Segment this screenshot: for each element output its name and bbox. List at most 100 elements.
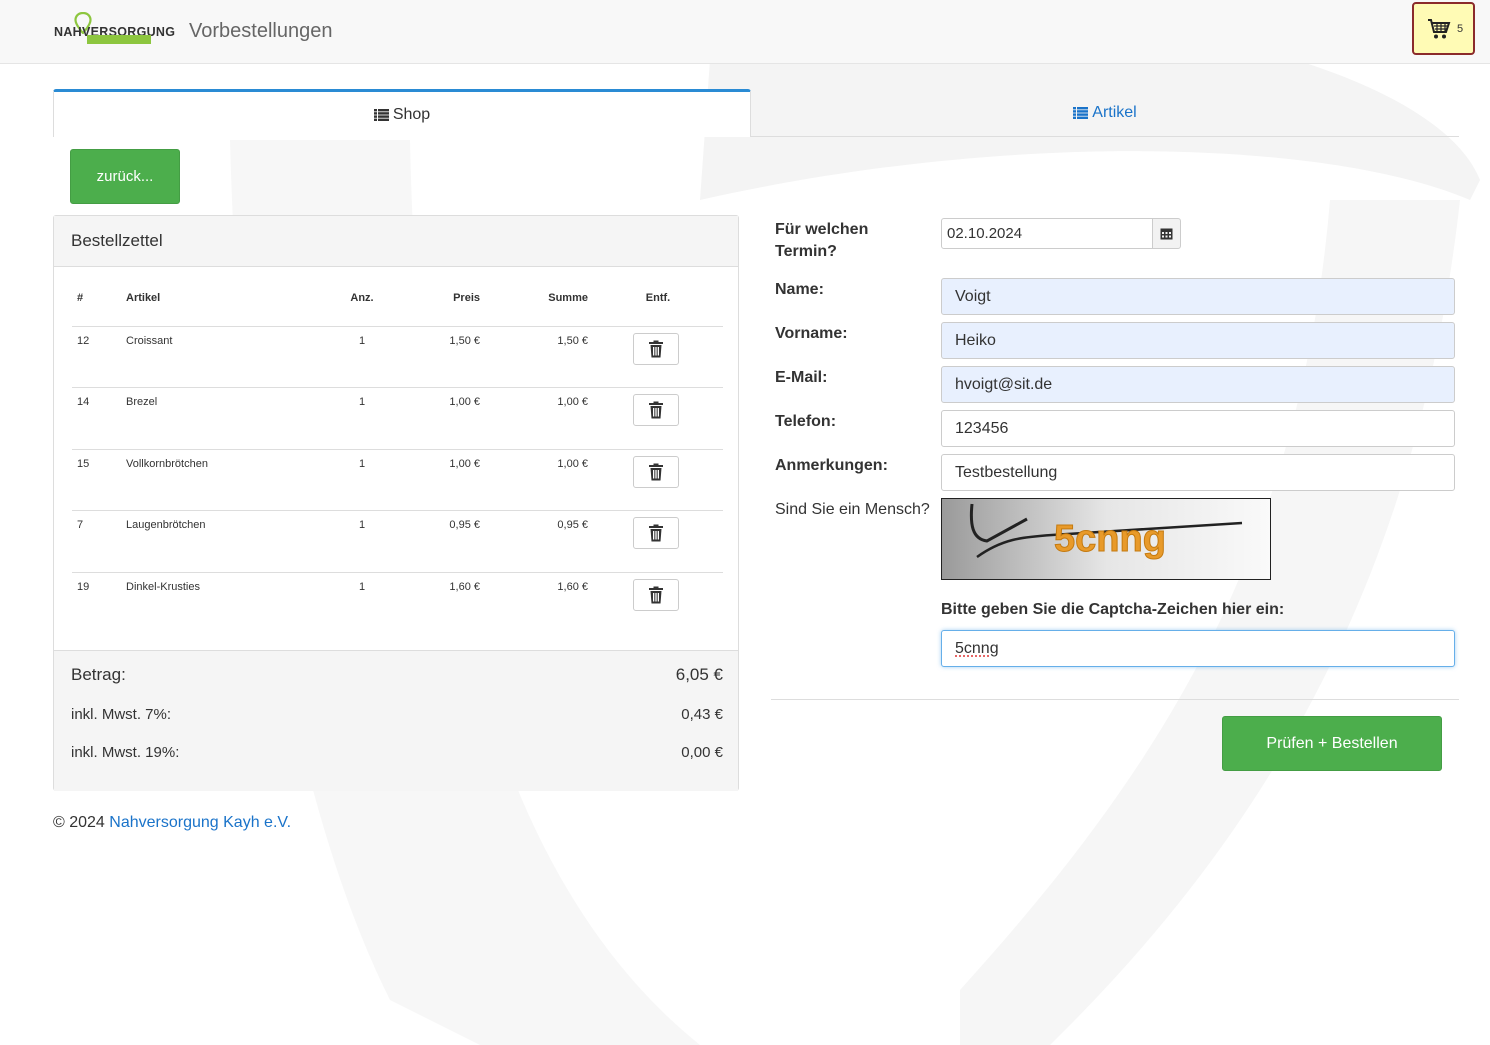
row-artikel: Brezel xyxy=(126,396,158,409)
trash-icon xyxy=(649,463,663,481)
row-num: 15 xyxy=(77,457,90,470)
captcha-text: 5cnng xyxy=(1054,518,1166,560)
list-icon xyxy=(1073,107,1089,119)
row-num: 7 xyxy=(77,519,84,532)
name-label: Name: xyxy=(775,281,824,298)
table-row: 15 Vollkornbrötchen 1 1,00 € 1,00 € xyxy=(72,450,723,512)
anmerkungen-label: Anmerkungen: xyxy=(775,457,888,474)
row-num: 12 xyxy=(77,335,90,347)
tab-artikel[interactable]: Artikel xyxy=(751,89,1459,137)
delete-item-button[interactable] xyxy=(633,455,679,488)
row-preis: 1,60 € xyxy=(449,580,480,593)
col-header-num: # xyxy=(77,292,84,304)
vat7-value: 0,43 € xyxy=(681,706,723,723)
telefon-input[interactable]: 123456 xyxy=(941,410,1455,447)
trash-icon xyxy=(649,401,663,419)
vat7-label: inkl. Mwst. 7%: xyxy=(71,706,172,723)
delete-item-button[interactable] xyxy=(633,578,679,611)
trash-icon xyxy=(649,586,663,604)
termin-label-line2: Termin? xyxy=(775,243,837,260)
list-icon xyxy=(373,108,389,121)
table-row: 7 Laugenbrötchen 1 0,95 € 0,95 € xyxy=(72,511,723,573)
cart-count-badge: 5 xyxy=(1457,23,1464,35)
shopping-cart-icon xyxy=(1428,19,1451,39)
email-label: E-Mail: xyxy=(775,369,828,386)
order-panel: Bestellzettel # Artikel Anz. Preis Summe… xyxy=(53,215,739,791)
tab-shop-label: Shop xyxy=(392,105,431,123)
row-summe: 1,00 € xyxy=(557,457,588,470)
captcha-input[interactable]: 5cnng xyxy=(941,630,1455,667)
order-summary: Betrag: 6,05 € inkl. Mwst. 7%: 0,43 € in… xyxy=(54,650,738,791)
col-header-summe: Summe xyxy=(548,292,588,304)
vorname-label: Vorname: xyxy=(775,325,848,342)
row-anz: 1 xyxy=(358,457,366,470)
captcha-image: 5cnng xyxy=(941,498,1271,580)
row-artikel: Dinkel-Krusties xyxy=(126,580,200,593)
captcha-prompt-label: Bitte geben Sie die Captcha-Zeichen hier… xyxy=(941,601,1285,618)
back-button[interactable]: zurück... xyxy=(70,149,180,204)
logo-tagline-bar xyxy=(87,35,151,44)
row-anz: 1 xyxy=(358,519,366,532)
row-summe: 1,60 € xyxy=(557,580,588,593)
delete-item-button[interactable] xyxy=(633,394,679,427)
row-preis: 0,95 € xyxy=(449,519,480,532)
total-value: 6,05 € xyxy=(675,665,723,684)
captcha-graphic: 5cnng xyxy=(942,499,1270,579)
row-num: 19 xyxy=(77,580,90,593)
telefon-label: Telefon: xyxy=(775,413,837,430)
captcha-input-value: 5cnng xyxy=(955,639,999,657)
form-divider xyxy=(771,699,1459,700)
table-row: 14 Brezel 1 1,00 € 1,00 € xyxy=(72,388,723,450)
footer-copyright: © 2024 xyxy=(53,814,105,831)
row-summe: 0,95 € xyxy=(557,519,588,532)
tab-bar: Shop Artikel xyxy=(53,89,1459,137)
vorname-input[interactable]: Heiko xyxy=(941,322,1455,359)
brand-logo[interactable]: NAHVERSORGUNG xyxy=(54,12,178,48)
order-table: # Artikel Anz. Preis Summe Entf. 12 Crois… xyxy=(72,284,723,634)
row-anz: 1 xyxy=(358,396,366,409)
check-and-order-button[interactable]: Prüfen + Bestellen xyxy=(1222,716,1442,771)
tabs-underline xyxy=(750,136,1459,137)
termin-date-input[interactable]: 02.10.2024 xyxy=(941,218,1153,249)
table-row: 19 Dinkel-Krusties 1 1,60 € 1,60 € xyxy=(72,573,723,634)
col-header-anz: Anz. xyxy=(350,292,374,304)
col-header-entf: Entf. xyxy=(645,292,671,304)
row-summe: 1,00 € xyxy=(557,396,588,409)
order-panel-title: Bestellzettel xyxy=(54,216,738,267)
page-title: Vorbestellungen xyxy=(189,20,333,42)
calendar-icon xyxy=(1160,228,1173,240)
row-artikel: Vollkornbrötchen xyxy=(126,457,208,470)
row-preis: 1,00 € xyxy=(449,396,480,409)
tab-artikel-label: Artikel xyxy=(1092,104,1137,121)
termin-label-line1: Für welchen xyxy=(775,221,869,238)
email-input[interactable]: hvoigt@sit.de xyxy=(941,366,1455,403)
vat19-row: inkl. Mwst. 19%: 0,00 € xyxy=(71,744,723,761)
name-input[interactable]: Voigt xyxy=(941,278,1455,315)
row-anz: 1 xyxy=(358,580,366,593)
delete-item-button[interactable] xyxy=(633,517,679,550)
row-preis: 1,00 € xyxy=(449,457,480,470)
row-anz: 1 xyxy=(358,335,366,347)
tab-shop[interactable]: Shop xyxy=(53,89,751,137)
row-artikel: Croissant xyxy=(126,335,173,347)
trash-icon xyxy=(649,524,663,542)
row-preis: 1,50 € xyxy=(449,335,480,347)
row-summe: 1,50 € xyxy=(557,335,588,347)
row-num: 14 xyxy=(77,396,90,409)
col-header-preis: Preis xyxy=(453,292,480,304)
footer: © 2024 Nahversorgung Kayh e.V. xyxy=(53,814,291,832)
captcha-question-label: Sind Sie ein Mensch? xyxy=(775,501,930,518)
termin-label: Für welchen Termin? xyxy=(775,219,868,263)
vat7-row: inkl. Mwst. 7%: 0,43 € xyxy=(71,706,723,723)
trash-icon xyxy=(649,340,663,358)
vat19-value: 0,00 € xyxy=(681,744,723,761)
row-artikel: Laugenbrötchen xyxy=(126,519,206,532)
delete-item-button[interactable] xyxy=(633,333,679,365)
col-header-artikel: Artikel xyxy=(126,292,161,304)
calendar-button[interactable] xyxy=(1152,218,1181,249)
anmerkungen-input[interactable]: Testbestellung xyxy=(941,454,1455,491)
table-row: 12 Croissant 1 1,50 € 1,50 € xyxy=(72,327,723,389)
footer-link[interactable]: Nahversorgung Kayh e.V. xyxy=(109,814,291,831)
vat19-label: inkl. Mwst. 19%: xyxy=(71,744,180,761)
cart-button[interactable]: 5 xyxy=(1412,2,1475,55)
